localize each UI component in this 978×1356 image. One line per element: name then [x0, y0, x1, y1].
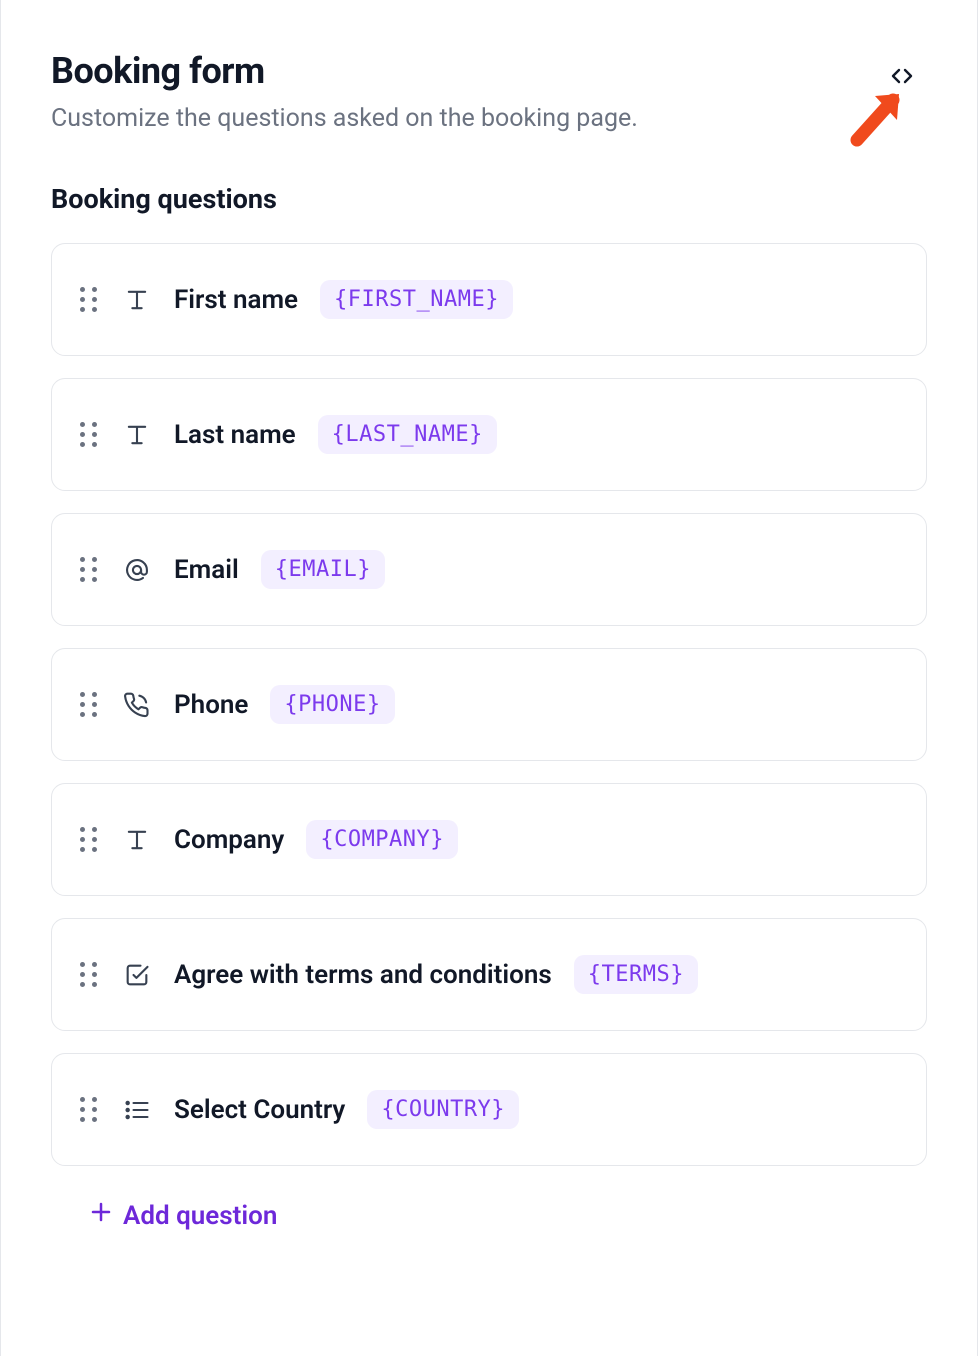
question-row[interactable]: Last name {LAST_NAME} — [51, 378, 927, 491]
drag-handle-icon[interactable] — [80, 557, 100, 583]
drag-handle-icon[interactable] — [80, 962, 100, 988]
text-type-icon — [122, 420, 152, 450]
question-tag: {LAST_NAME} — [318, 415, 497, 454]
question-row[interactable]: Select Country {COUNTRY} — [51, 1053, 927, 1166]
embed-code-button[interactable] — [885, 64, 919, 92]
question-tag: {COUNTRY} — [367, 1090, 519, 1129]
question-label: Company — [174, 825, 284, 855]
question-row[interactable]: Phone {PHONE} — [51, 648, 927, 761]
code-icon — [887, 64, 917, 92]
question-tag: {TERMS} — [574, 955, 698, 994]
drag-handle-icon[interactable] — [80, 1097, 100, 1123]
drag-handle-icon[interactable] — [80, 287, 100, 313]
drag-handle-icon[interactable] — [80, 422, 100, 448]
question-label: Last name — [174, 420, 296, 450]
list-type-icon — [122, 1095, 152, 1125]
question-label: Select Country — [174, 1095, 345, 1125]
question-label: Agree with terms and conditions — [174, 960, 552, 990]
phone-type-icon — [122, 690, 152, 720]
section-heading: Booking questions — [51, 183, 927, 215]
question-tag: {COMPANY} — [306, 820, 458, 859]
question-label: Email — [174, 555, 239, 585]
text-type-icon — [122, 285, 152, 315]
question-row[interactable]: Agree with terms and conditions {TERMS} — [51, 918, 927, 1031]
text-type-icon — [122, 825, 152, 855]
checkbox-type-icon — [122, 960, 152, 990]
add-question-button[interactable]: Add question — [89, 1200, 277, 1231]
plus-icon — [89, 1200, 113, 1231]
question-tag: {PHONE} — [270, 685, 394, 724]
question-label: First name — [174, 285, 298, 315]
question-row[interactable]: Email {EMAIL} — [51, 513, 927, 626]
page-subtitle: Customize the questions asked on the boo… — [51, 104, 885, 133]
question-row[interactable]: First name {FIRST_NAME} — [51, 243, 927, 356]
drag-handle-icon[interactable] — [80, 827, 100, 853]
at-type-icon — [122, 555, 152, 585]
question-row[interactable]: Company {COMPANY} — [51, 783, 927, 896]
page-title: Booking form — [51, 50, 885, 92]
question-tag: {FIRST_NAME} — [320, 280, 513, 319]
drag-handle-icon[interactable] — [80, 692, 100, 718]
add-question-label: Add question — [123, 1201, 277, 1231]
question-tag: {EMAIL} — [261, 550, 385, 589]
question-label: Phone — [174, 690, 248, 720]
